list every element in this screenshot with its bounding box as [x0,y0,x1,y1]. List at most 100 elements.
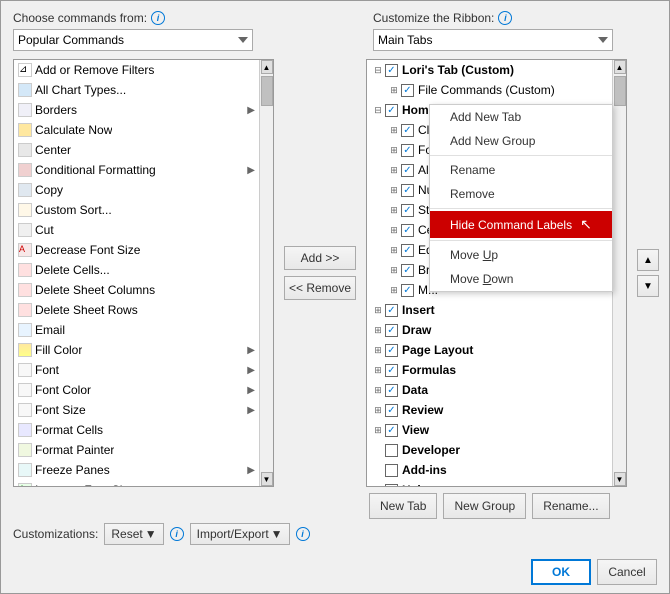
add-button[interactable]: Add >> [284,246,356,270]
tree-item-developer[interactable]: Developer [367,440,612,460]
right-scrollbar[interactable]: ▲ ▼ [612,60,626,486]
expander-icon[interactable]: ⊞ [371,383,385,397]
list-item[interactable]: Cut [14,220,259,240]
checkbox-addins[interactable] [385,464,398,477]
checkbox-developer[interactable] [385,444,398,457]
checkbox-pagelayout[interactable] [385,344,398,357]
expander-icon[interactable]: ⊞ [371,423,385,437]
left-scrollbar[interactable]: ▲ ▼ [259,60,273,486]
expander-icon[interactable]: ⊞ [387,223,401,237]
list-item[interactable]: Email [14,320,259,340]
context-menu-item-rename[interactable]: Rename [430,158,612,182]
list-item[interactable]: A Decrease Font Size [14,240,259,260]
context-menu-item-add-new-tab[interactable]: Add New Tab [430,105,612,129]
remove-button[interactable]: << Remove [284,276,356,300]
checkbox-mygrp[interactable] [401,284,414,297]
checkbox-data[interactable] [385,384,398,397]
list-item[interactable]: Font ▶ [14,360,259,380]
expander-icon[interactable]: ⊞ [387,243,401,257]
list-item[interactable]: Font Color ▶ [14,380,259,400]
reset-button[interactable]: Reset ▼ [104,523,163,545]
right-info-icon[interactable]: i [498,11,512,25]
list-item[interactable]: Format Cells [14,420,259,440]
checkbox-insert[interactable] [385,304,398,317]
checkbox-draw[interactable] [385,324,398,337]
expander-icon[interactable] [371,443,385,457]
ok-button[interactable]: OK [531,559,591,585]
checkbox-home[interactable] [385,104,398,117]
tree-item-formulas[interactable]: ⊞ Formulas [367,360,612,380]
left-info-icon[interactable]: i [151,11,165,25]
checkbox-font[interactable] [401,144,414,157]
expander-icon[interactable]: ⊞ [387,143,401,157]
list-item[interactable]: Custom Sort... [14,200,259,220]
tree-item-help[interactable]: ⊞ Help [367,480,612,486]
context-menu-item-add-new-group[interactable]: Add New Group [430,129,612,153]
checkbox-help[interactable] [385,484,398,487]
list-item[interactable]: Delete Cells... [14,260,259,280]
tree-item-insert[interactable]: ⊞ Insert [367,300,612,320]
list-item[interactable]: Calculate Now [14,120,259,140]
tree-item-draw[interactable]: ⊞ Draw [367,320,612,340]
expander-icon[interactable]: ⊞ [387,263,401,277]
list-item[interactable]: Delete Sheet Columns [14,280,259,300]
list-item[interactable]: Borders ▶ [14,100,259,120]
scroll-down-btn[interactable]: ▼ [261,472,273,486]
list-item[interactable]: Conditional Formatting ▶ [14,160,259,180]
list-item[interactable]: All Chart Types... [14,80,259,100]
tree-item-loris[interactable]: ⊟ Lori's Tab (Custom) [367,60,612,80]
right-scroll-thumb[interactable] [614,76,626,106]
list-item[interactable]: Format Painter [14,440,259,460]
expander-icon[interactable]: ⊟ [371,103,385,117]
checkbox-editing[interactable] [401,244,414,257]
move-down-arrow-btn[interactable]: ▼ [637,275,659,297]
list-item[interactable]: Fill Color ▶ [14,340,259,360]
expander-icon[interactable]: ⊞ [371,343,385,357]
list-item[interactable]: Delete Sheet Rows [14,300,259,320]
new-tab-button[interactable]: New Tab [369,493,437,519]
move-up-arrow-btn[interactable]: ▲ [637,249,659,271]
checkbox-breaks[interactable] [401,264,414,277]
checkbox-number[interactable] [401,184,414,197]
expander-icon[interactable]: ⊟ [371,63,385,77]
tree-item-pagelayout[interactable]: ⊞ Page Layout [367,340,612,360]
checkbox-review[interactable] [385,404,398,417]
scroll-up-btn[interactable]: ▲ [261,60,273,74]
import-export-button[interactable]: Import/Export ▼ [190,523,290,545]
scroll-thumb[interactable] [261,76,273,106]
expander-icon[interactable]: ⊞ [371,303,385,317]
tree-item-filecommands[interactable]: ⊞ File Commands (Custom) [367,80,612,100]
import-export-info-icon[interactable]: i [296,527,310,541]
new-group-button[interactable]: New Group [443,493,526,519]
checkbox-cells[interactable] [401,224,414,237]
checkbox-clipboard[interactable] [401,124,414,137]
expander-icon[interactable]: ⊞ [387,183,401,197]
list-item[interactable]: Freeze Panes ▶ [14,460,259,480]
list-item[interactable]: Center [14,140,259,160]
context-menu-item-move-down[interactable]: Move Down [430,267,612,291]
expander-icon[interactable] [371,463,385,477]
list-item[interactable]: ⊿ Add or Remove Filters [14,60,259,80]
rename-button[interactable]: Rename... [532,493,609,519]
expander-icon[interactable]: ⊞ [371,363,385,377]
tree-item-review[interactable]: ⊞ Review [367,400,612,420]
expander-icon[interactable]: ⊞ [387,283,401,297]
context-menu-item-move-up[interactable]: Move Up [430,243,612,267]
reset-info-icon[interactable]: i [170,527,184,541]
expander-icon[interactable]: ⊞ [387,203,401,217]
expander-icon[interactable]: ⊞ [387,83,401,97]
checkbox-alignment[interactable] [401,164,414,177]
expander-icon[interactable]: ⊞ [371,483,385,486]
context-menu-item-hide-command-labels[interactable]: Hide Command Labels ↖ [430,211,612,238]
cancel-button[interactable]: Cancel [597,559,657,585]
list-item[interactable]: Copy [14,180,259,200]
checkbox-formulas[interactable] [385,364,398,377]
expander-icon[interactable]: ⊞ [387,123,401,137]
right-scroll-down-btn[interactable]: ▼ [614,472,626,486]
choose-commands-dropdown[interactable]: Popular Commands All Commands Commands N… [13,29,253,51]
expander-icon[interactable]: ⊞ [371,403,385,417]
tree-item-view[interactable]: ⊞ View [367,420,612,440]
right-scroll-up-btn[interactable]: ▲ [614,60,626,74]
tree-item-addins[interactable]: Add-ins [367,460,612,480]
customize-ribbon-dropdown[interactable]: Main Tabs Tool Tabs All Tabs [373,29,613,51]
